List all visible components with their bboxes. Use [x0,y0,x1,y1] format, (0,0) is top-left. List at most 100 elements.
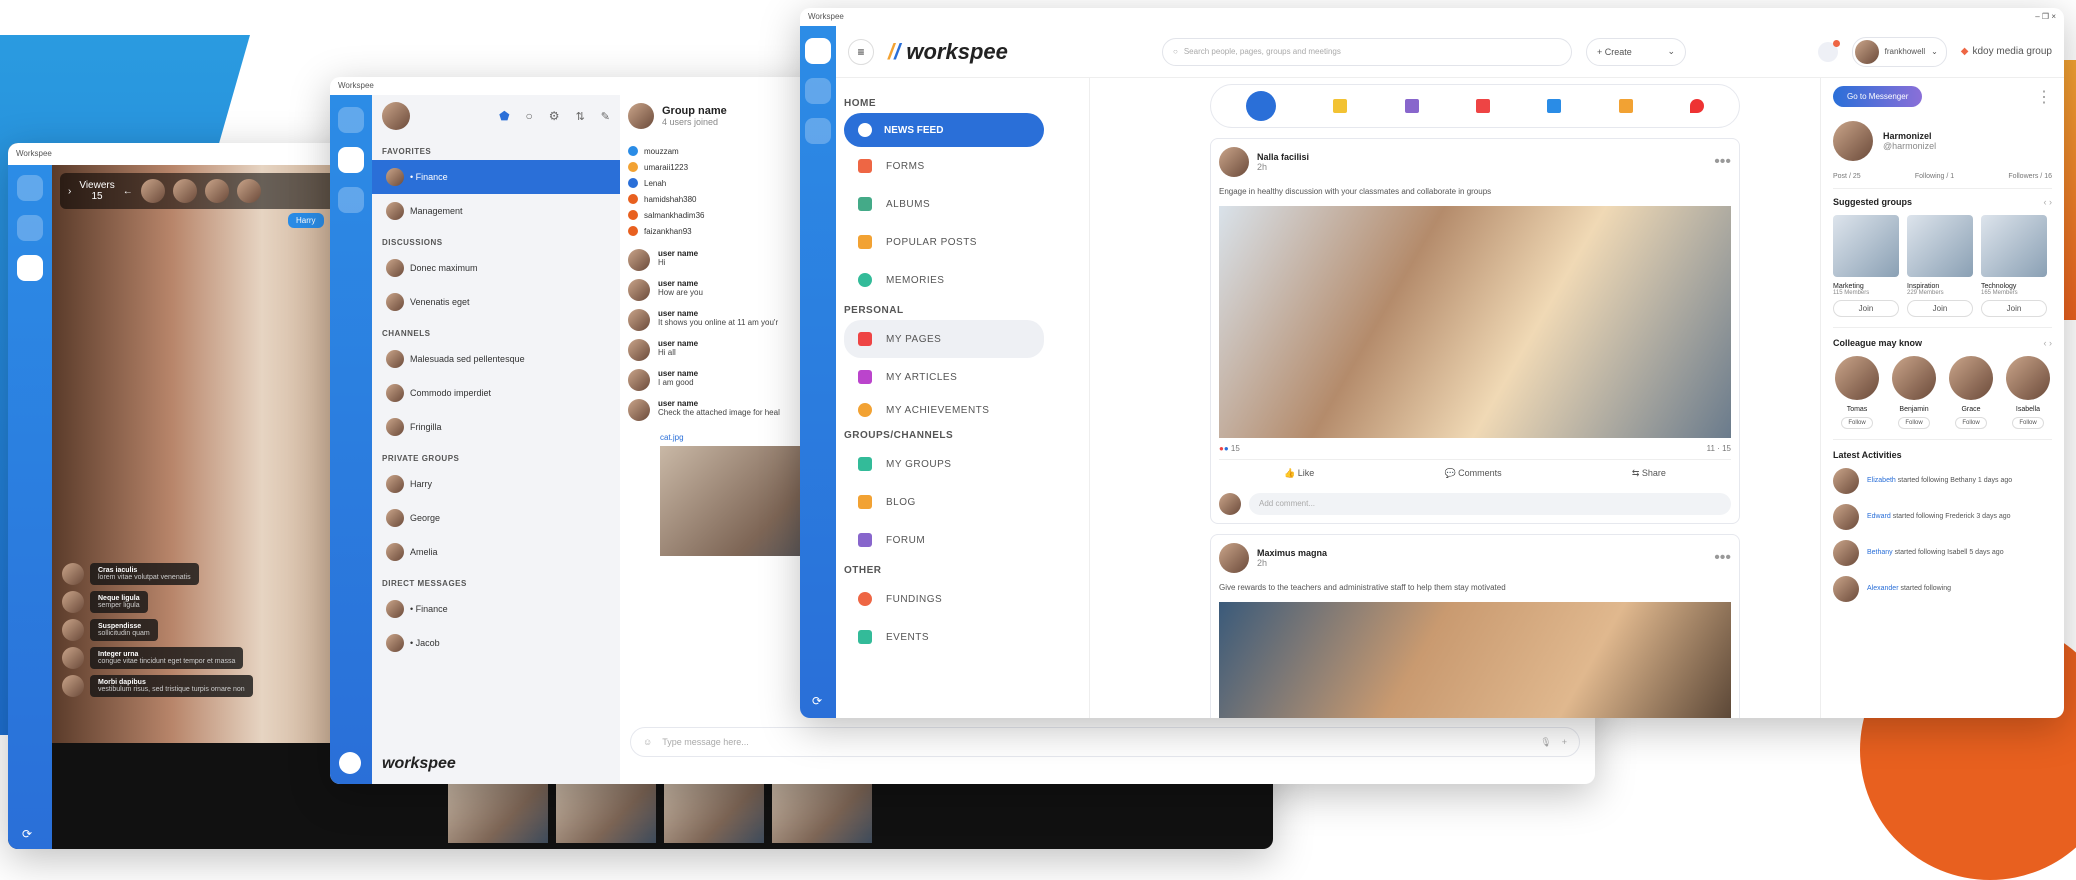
image-post-icon[interactable] [1404,99,1419,113]
profile-stat[interactable]: Following / 1 [1915,173,1954,180]
share-button[interactable]: ⇆ Share [1632,468,1666,479]
chat-list-item[interactable]: George [372,501,620,535]
sidebar-item-my-articles[interactable]: MY ARTICLES [844,358,1081,396]
group-image[interactable] [1833,215,1899,277]
participant-thumb[interactable] [448,783,548,843]
company-switch[interactable]: ◆ kdoy media group [1961,46,2052,57]
activity-name[interactable]: Alexander [1867,585,1899,592]
sidebar-item-blog[interactable]: BLOG [844,483,1081,521]
rail-logo[interactable] [338,107,364,133]
colleague-name[interactable]: Benjamin [1899,406,1928,413]
chat-list-item[interactable]: Commodo imperdiet [372,376,620,410]
comment-input[interactable]: Add comment... [1249,493,1731,515]
chat-list-item[interactable]: Fringilla [372,410,620,444]
comment-button[interactable]: 💬 Comments [1444,468,1501,479]
participant-thumb[interactable] [664,783,764,843]
rail-messenger[interactable] [17,215,43,241]
sidebar-item-popular[interactable]: POPULAR POSTS [844,223,1081,261]
profile-name[interactable]: Harmonizel [1883,131,1936,141]
activity-name[interactable]: Edward [1867,513,1891,520]
chat-input[interactable]: ☺ Type message here... 🎙 + [630,727,1580,757]
notification-icon[interactable] [1817,39,1840,62]
settings-icon[interactable] [339,752,361,774]
rail-video-icon[interactable] [17,255,43,281]
sidebar-item-events[interactable]: EVENTS [844,618,1081,656]
avatar[interactable] [2006,356,2050,400]
settings-icon[interactable]: ⟳ [812,694,822,708]
gear-icon[interactable]: ⚙ [549,109,560,123]
activity-name[interactable]: Bethany [1867,549,1893,556]
rail-logo[interactable] [17,175,43,201]
post-image[interactable] [1219,206,1731,438]
poll-post-icon[interactable] [1547,99,1562,113]
follow-button[interactable]: Follow [1898,417,1930,429]
group-name[interactable]: Marketing [1833,283,1899,290]
chat-list-item[interactable]: Harry [372,467,620,501]
sidebar-item-forum[interactable]: FORUM [844,521,1081,559]
viewer-avatar[interactable] [236,179,261,203]
participant-thumb[interactable] [772,783,872,843]
user-menu[interactable]: frankhowell ⌄ [1851,36,1947,67]
group-image[interactable] [1907,215,1973,277]
carousel-arrows[interactable]: ‹ › [2044,197,2053,207]
note-post-icon[interactable] [1333,99,1348,113]
participant-thumb[interactable] [556,783,656,843]
location-post-icon[interactable] [1690,99,1705,113]
chat-list-item[interactable]: Malesuada sed pellentesque [372,342,620,376]
like-button[interactable]: 👍 Like [1284,468,1314,479]
follow-button[interactable]: Follow [1955,417,1987,429]
home-icon[interactable]: ⬟ [499,109,509,123]
chevron-right-icon[interactable]: › [68,186,71,197]
sort-icon[interactable]: ⇅ [576,110,585,123]
rail-video-icon[interactable] [338,187,364,213]
document-post-icon[interactable] [1618,99,1633,113]
rail-video-icon[interactable] [805,118,831,144]
sidebar-item-my-achievements[interactable]: MY ACHIEVEMENTS [844,396,1081,424]
plus-icon[interactable]: + [1562,737,1567,747]
rail-logo[interactable] [805,38,831,64]
colleague-name[interactable]: Tomas [1847,406,1868,413]
back-arrow-icon[interactable]: ← [123,186,133,197]
chat-list-item[interactable]: • Finance [372,160,620,194]
refresh-icon[interactable]: ⟳ [22,827,32,841]
rail-messenger[interactable] [338,147,364,173]
profile-stat[interactable]: Post / 25 [1833,173,1861,180]
sidebar-item-fundings[interactable]: FUNDINGS [844,580,1081,618]
chat-list-item[interactable]: • Jacob [372,626,620,660]
sidebar-item-news-feed[interactable]: NEWS FEED [844,113,1044,147]
more-icon[interactable]: ••• [1714,549,1731,567]
chat-list-item[interactable]: Venenatis eget [372,285,620,319]
messenger-button[interactable]: Go to Messenger [1833,86,1923,107]
more-icon[interactable]: ⋮ [2036,87,2052,107]
avatar[interactable] [1835,356,1879,400]
colleague-name[interactable]: Isabella [2016,406,2040,413]
follow-button[interactable]: Follow [1841,417,1873,429]
reactions[interactable]: ●● 15 [1219,444,1240,453]
menu-icon[interactable]: ≡ [848,38,874,65]
avatar[interactable] [1892,356,1936,400]
chat-list-item[interactable]: Amelia [372,535,620,569]
search-icon[interactable]: ○ [526,109,533,123]
create-button[interactable]: + Create ⌄ [1586,37,1686,66]
group-image[interactable] [1981,215,2047,277]
more-icon[interactable]: ••• [1714,153,1731,171]
sidebar-item-memories[interactable]: MEMORIES [844,261,1081,299]
carousel-arrows[interactable]: ‹ › [2044,338,2053,348]
avatar[interactable] [1833,468,1859,494]
group-name[interactable]: Inspiration [1907,283,1973,290]
video-post-icon[interactable] [1475,99,1490,113]
avatar[interactable] [1833,576,1859,602]
avatar[interactable] [1833,504,1859,530]
post-image[interactable] [1219,602,1731,718]
join-button[interactable]: Join [1907,300,1973,317]
join-button[interactable]: Join [1833,300,1899,317]
avatar[interactable] [1219,147,1249,177]
colleague-name[interactable]: Grace [1961,406,1980,413]
chat-list-item[interactable]: • Finance [372,592,620,626]
post-author[interactable]: Nalla facilisi [1257,152,1706,162]
avatar[interactable] [1833,121,1873,161]
chat-list-item[interactable]: Management [372,194,620,228]
viewer-avatar[interactable] [172,179,197,203]
window-controls[interactable]: – ❐ × [2035,12,2056,22]
avatar[interactable] [1219,543,1249,573]
